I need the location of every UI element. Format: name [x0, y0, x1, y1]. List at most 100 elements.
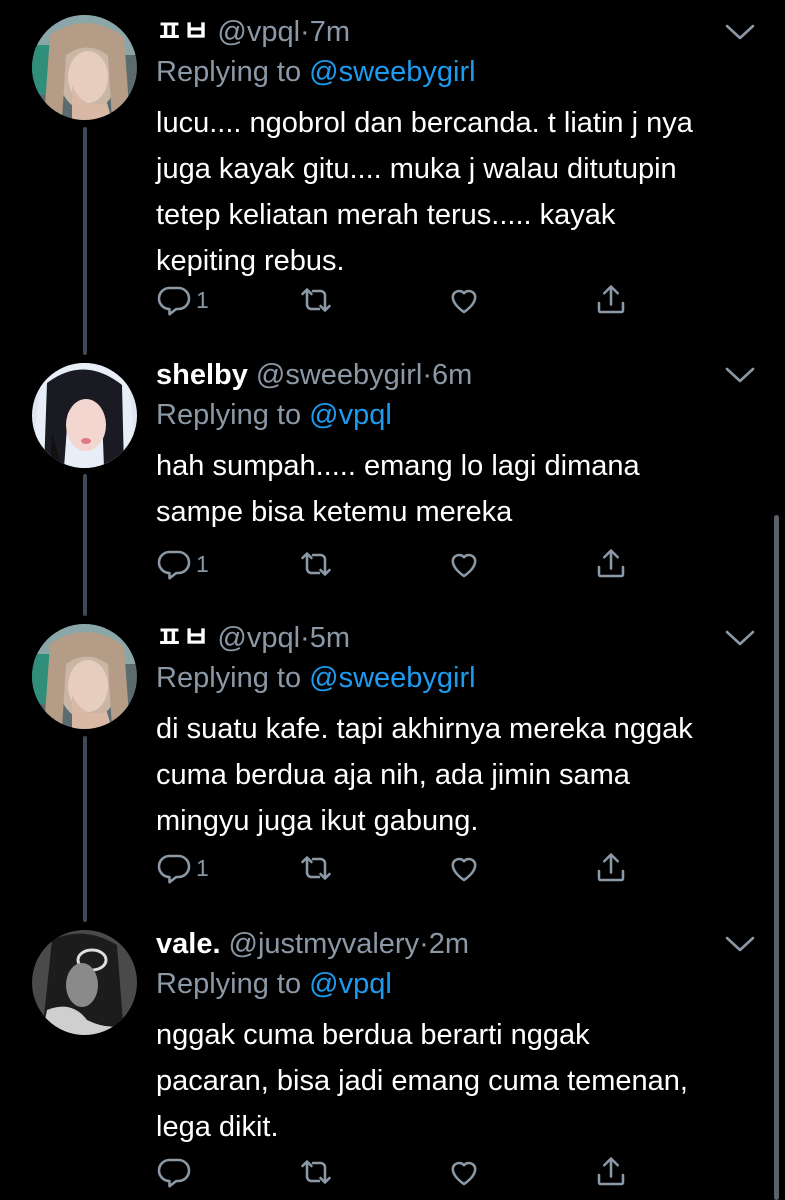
- retweet-icon: [301, 856, 331, 880]
- tweet-text: di suatu kafe. tapi akhirnya mereka ngga…: [156, 706, 766, 844]
- avatar[interactable]: [32, 624, 137, 729]
- heart-icon: [451, 857, 477, 882]
- tweet-text: nggak cuma berdua berarti nggak pacaran,…: [156, 1012, 766, 1150]
- retweet-icon: [301, 1160, 331, 1184]
- retweet-button[interactable]: [298, 848, 334, 888]
- reply-button[interactable]: 1: [156, 544, 209, 584]
- separator-dot: ·: [300, 622, 310, 654]
- reply-button[interactable]: 1: [156, 848, 209, 888]
- share-button[interactable]: [593, 1152, 629, 1192]
- share-button[interactable]: [593, 848, 629, 888]
- retweet-button[interactable]: [298, 280, 334, 320]
- share-icon: [597, 285, 625, 314]
- reply-button[interactable]: [156, 1152, 196, 1192]
- replying-to-label: Replying to: [156, 399, 302, 431]
- replying-to-handle[interactable]: @sweebygirl: [309, 56, 475, 88]
- display-name[interactable]: shelby: [156, 359, 248, 391]
- heart-icon: [451, 553, 477, 578]
- tweet-header: shelby @sweebygirl·6m: [156, 355, 472, 395]
- replying-to-handle[interactable]: @vpql: [309, 968, 392, 1000]
- like-button[interactable]: [446, 544, 482, 584]
- timestamp[interactable]: 2m: [429, 928, 469, 960]
- replying-to-handle[interactable]: @sweebygirl: [309, 662, 475, 694]
- tweet-actions: 1: [156, 280, 656, 320]
- tweet[interactable]: ㅍㅂ @vpql·5m Replying to @sweebygirl di su…: [0, 618, 785, 908]
- tweet-actions: 1: [156, 544, 656, 584]
- tweet-text-line: juga kayak gitu.... muka j walau ditutup…: [156, 153, 677, 185]
- scrollbar[interactable]: [774, 515, 779, 1200]
- tweet-text: hah sumpah..... emang lo lagi dimana sam…: [156, 443, 766, 535]
- retweet-button[interactable]: [298, 544, 334, 584]
- chevron-down-icon[interactable]: [722, 932, 758, 956]
- tweet-text-line: tetep keliatan merah terus..... kayak: [156, 199, 616, 231]
- replying-to: Replying to @vpql: [156, 964, 392, 1004]
- avatar-image: [32, 15, 137, 120]
- user-handle[interactable]: @sweebygirl: [256, 359, 422, 391]
- separator-dot: ·: [419, 928, 429, 960]
- tweet-actions: [156, 1152, 656, 1192]
- tweet-text-line: cuma berdua aja nih, ada jimin sama: [156, 759, 630, 791]
- tweet-text-line: mingyu juga ikut gabung.: [156, 805, 479, 837]
- replying-to-label: Replying to: [156, 662, 302, 694]
- avatar[interactable]: [32, 363, 137, 468]
- reply-icon: [157, 550, 191, 580]
- tweet-header: ㅍㅂ @vpql·7m: [156, 12, 350, 52]
- like-button[interactable]: [446, 1152, 482, 1192]
- heart-icon: [451, 289, 477, 314]
- retweet-icon: [301, 552, 331, 576]
- reply-icon: [157, 286, 191, 316]
- chevron-down-icon[interactable]: [722, 626, 758, 650]
- tweet-text-line: lega dikit.: [156, 1111, 279, 1143]
- chevron-down-icon[interactable]: [722, 363, 758, 387]
- avatar-image: [32, 363, 137, 468]
- avatar-image: [32, 624, 137, 729]
- tweet-text-line: nggak cuma berdua berarti nggak: [156, 1019, 590, 1051]
- tweet[interactable]: ㅍㅂ @vpql·7m Replying to @sweebygirl lucu.…: [0, 12, 785, 332]
- replying-to-handle[interactable]: @vpql: [309, 399, 392, 431]
- share-icon: [597, 549, 625, 578]
- reply-icon: [157, 1158, 191, 1188]
- avatar[interactable]: [32, 15, 137, 120]
- tweet[interactable]: vale. @justmyvalery·2m Replying to @vpql …: [0, 924, 785, 1200]
- tweet-header: vale. @justmyvalery·2m: [156, 924, 469, 964]
- tweet-text-line: lucu.... ngobrol dan bercanda. t liatin …: [156, 107, 693, 139]
- reply-count: 1: [196, 551, 209, 577]
- reply-count: 1: [196, 287, 209, 313]
- tweet-actions: 1: [156, 848, 656, 888]
- share-button[interactable]: [593, 544, 629, 584]
- replying-to-label: Replying to: [156, 968, 302, 1000]
- timestamp[interactable]: 7m: [310, 16, 350, 48]
- replying-to: Replying to @sweebygirl: [156, 52, 476, 92]
- display-name[interactable]: vale.: [156, 928, 221, 960]
- replying-to-label: Replying to: [156, 56, 302, 88]
- replying-to: Replying to @vpql: [156, 395, 392, 435]
- replying-to: Replying to @sweebygirl: [156, 658, 476, 698]
- tweet[interactable]: shelby @sweebygirl·6m Replying to @vpql h…: [0, 355, 785, 605]
- retweet-icon: [301, 288, 331, 312]
- tweet-text-line: sampe bisa ketemu mereka: [156, 496, 513, 528]
- tweet-text-line: di suatu kafe. tapi akhirnya mereka ngga…: [156, 713, 693, 745]
- share-button[interactable]: [593, 280, 629, 320]
- display-name[interactable]: ㅍㅂ: [156, 16, 209, 48]
- tweet-text-line: hah sumpah..... emang lo lagi dimana: [156, 450, 640, 482]
- display-name[interactable]: ㅍㅂ: [156, 622, 209, 654]
- timestamp[interactable]: 5m: [310, 622, 350, 654]
- reply-icon: [157, 854, 191, 884]
- user-handle[interactable]: @vpql: [217, 16, 300, 48]
- timestamp[interactable]: 6m: [432, 359, 472, 391]
- chevron-down-icon[interactable]: [722, 20, 758, 44]
- separator-dot: ·: [422, 359, 432, 391]
- avatar[interactable]: [32, 930, 137, 1035]
- like-button[interactable]: [446, 848, 482, 888]
- tweet-text-line: pacaran, bisa jadi emang cuma temenan,: [156, 1065, 688, 1097]
- user-handle[interactable]: @vpql: [217, 622, 300, 654]
- user-handle[interactable]: @justmyvalery: [229, 928, 420, 960]
- reply-count: 1: [196, 855, 209, 881]
- retweet-button[interactable]: [298, 1152, 334, 1192]
- avatar-image: [32, 930, 137, 1035]
- reply-button[interactable]: 1: [156, 280, 209, 320]
- share-icon: [597, 853, 625, 882]
- tweet-text: lucu.... ngobrol dan bercanda. t liatin …: [156, 100, 766, 284]
- like-button[interactable]: [446, 280, 482, 320]
- separator-dot: ·: [300, 16, 310, 48]
